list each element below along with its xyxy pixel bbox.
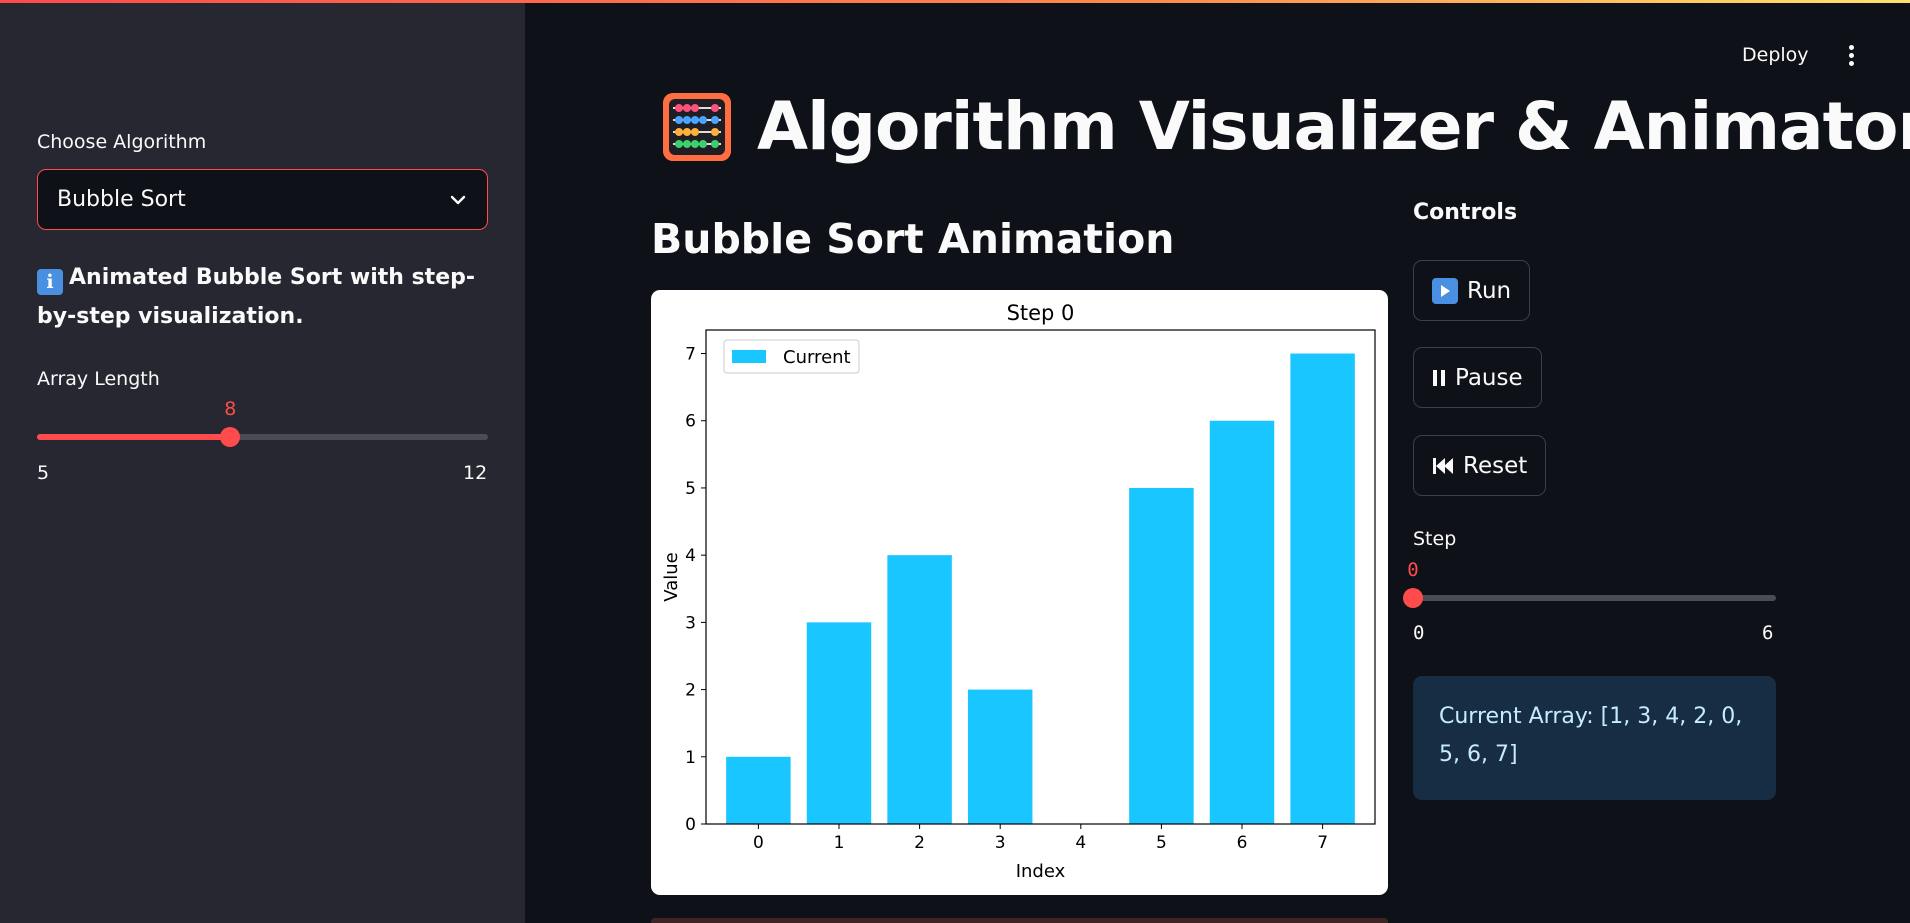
algorithm-info-text: Animated Bubble Sort with step-by-step v…	[37, 265, 475, 329]
chart-bar	[887, 555, 952, 824]
legend-swatch	[732, 350, 766, 363]
reset-button-label: Reset	[1463, 452, 1528, 479]
chart-bar	[1129, 487, 1194, 824]
chart-bar	[1209, 420, 1275, 824]
step-slider[interactable]: 0	[1403, 559, 1776, 608]
deploy-button[interactable]: Deploy	[1742, 44, 1809, 66]
y-tick-label: 4	[685, 546, 696, 566]
section-heading: Bubble Sort Animation	[651, 215, 1175, 263]
algorithm-select-label: Choose Algorithm	[37, 131, 207, 153]
y-tick-label: 1	[685, 748, 696, 768]
current-array-info: Current Array: [1, 3, 4, 2, 0, 5, 6, 7]	[1413, 676, 1776, 800]
x-tick-label: 4	[1075, 833, 1086, 853]
y-tick-label: 3	[685, 613, 696, 633]
reset-button[interactable]: Reset	[1413, 435, 1547, 496]
play-icon	[1432, 277, 1458, 304]
pause-button-label: Pause	[1455, 364, 1523, 391]
x-tick-label: 7	[1317, 833, 1328, 853]
x-tick-label: 1	[834, 833, 845, 853]
pause-icon	[1432, 369, 1446, 387]
sidebar: Choose Algorithm Bubble Sort i Animated B…	[0, 0, 525, 923]
info-icon: i	[37, 269, 63, 295]
algorithm-select[interactable]: Bubble Sort	[37, 169, 488, 230]
array-length-max: 12	[463, 462, 488, 484]
current-array-text: Current Array: [1, 3, 4, 2, 0, 5, 6, 7]	[1439, 704, 1743, 767]
y-tick-label: 6	[685, 412, 696, 432]
top-decoration-bar	[0, 0, 1910, 3]
array-length-label: Array Length	[37, 368, 160, 390]
step-max: 6	[1762, 622, 1774, 644]
chart-bar	[806, 622, 872, 824]
pause-button[interactable]: Pause	[1413, 347, 1542, 408]
page-title: Algorithm Visualizer & Animator	[757, 88, 1910, 165]
algorithm-select-value: Bubble Sort	[57, 187, 186, 212]
x-tick-label: 5	[1156, 833, 1167, 853]
array-length-value: 8	[224, 398, 237, 420]
bottom-strip	[651, 918, 1388, 923]
x-tick-label: 0	[753, 833, 764, 853]
x-tick-label: 6	[1237, 833, 1248, 853]
array-length-slider[interactable]: 8	[37, 398, 488, 447]
y-tick-label: 0	[685, 815, 696, 835]
chart-card: 0 1 2 3 4 5 6 7 0 1 2 3 4 5 6 7 Step 0 Index Value Current	[651, 290, 1388, 895]
step-slider-thumb[interactable]	[1403, 588, 1423, 608]
chevron-down-icon	[450, 195, 466, 205]
run-button[interactable]: Run	[1413, 260, 1531, 321]
chart-frame	[705, 329, 1376, 825]
x-axis-label: Index	[1016, 861, 1066, 882]
array-length-slider-thumb[interactable]	[220, 427, 241, 447]
x-tick-label: 2	[914, 833, 925, 853]
more-options-icon[interactable]	[1843, 45, 1859, 69]
legend-label: Current	[783, 347, 851, 368]
step-value: 0	[1407, 559, 1419, 581]
x-tick-label: 3	[995, 833, 1006, 853]
bar-chart: 0 1 2 3 4 5 6 7 0 1 2 3 4 5 6 7 Step 0 Index Value Current	[661, 301, 1376, 882]
rewind-icon	[1432, 457, 1454, 475]
run-button-label: Run	[1467, 277, 1512, 304]
y-axis-label: Value	[661, 552, 682, 601]
chart-title: Step 0	[1007, 301, 1075, 325]
y-tick-label: 2	[685, 681, 696, 701]
chart-bar	[726, 756, 791, 824]
chart-bar	[1290, 353, 1355, 824]
y-tick-label: 7	[685, 345, 696, 365]
chart-bar	[967, 689, 1033, 824]
y-tick-label: 5	[685, 479, 696, 499]
controls-heading: Controls	[1413, 200, 1518, 225]
algorithm-info: i Animated Bubble Sort with step-by-step …	[37, 258, 477, 336]
array-length-slider-fill	[37, 434, 231, 440]
step-slider-label: Step	[1413, 528, 1457, 550]
step-min: 0	[1413, 622, 1425, 644]
array-length-min: 5	[37, 462, 50, 484]
abacus-icon	[663, 93, 731, 161]
